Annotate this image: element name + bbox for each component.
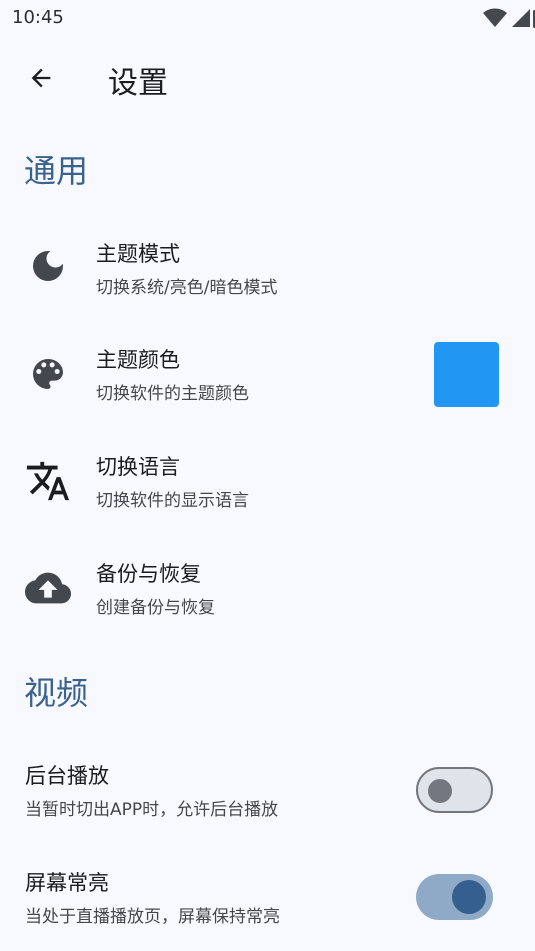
wifi-icon xyxy=(483,8,507,27)
setting-title: 切换语言 xyxy=(96,455,180,479)
keep-screen-on-switch[interactable] xyxy=(416,874,493,920)
background-play-switch[interactable] xyxy=(416,767,493,813)
app-bar: 设置 xyxy=(0,36,535,120)
setting-theme-mode[interactable]: 主题模式 切换系统/亮色/暗色模式 xyxy=(0,218,535,318)
cellular-signal-icon xyxy=(512,9,530,27)
setting-title: 主题模式 xyxy=(96,242,180,266)
palette-icon xyxy=(24,350,72,398)
setting-title: 屏幕常亮 xyxy=(25,871,109,895)
translate-icon xyxy=(24,457,72,505)
switch-thumb xyxy=(428,779,452,803)
arrow-back-icon xyxy=(31,68,51,88)
moon-icon xyxy=(24,242,72,290)
status-bar: 10:45 xyxy=(0,0,535,36)
section-title-video: 视频 xyxy=(24,674,89,712)
setting-language[interactable]: 切换语言 切换软件的显示语言 xyxy=(0,431,535,531)
setting-title: 备份与恢复 xyxy=(96,562,201,586)
setting-subtitle: 当处于直播播放页，屏幕保持常亮 xyxy=(25,907,280,927)
switch-thumb xyxy=(452,880,486,914)
status-time: 10:45 xyxy=(12,7,64,28)
setting-keep-screen-on[interactable]: 屏幕常亮 当处于直播播放页，屏幕保持常亮 xyxy=(0,847,535,947)
setting-theme-color[interactable]: 主题颜色 切换软件的主题颜色 xyxy=(0,324,535,424)
theme-color-swatch[interactable] xyxy=(434,342,499,407)
setting-subtitle: 切换软件的主题颜色 xyxy=(96,384,249,404)
back-button[interactable] xyxy=(18,56,64,100)
setting-background-play[interactable]: 后台播放 当暂时切出APP时，允许后台播放 xyxy=(0,740,535,840)
cloud-upload-icon xyxy=(24,564,72,612)
setting-subtitle: 当暂时切出APP时，允许后台播放 xyxy=(25,800,279,820)
setting-subtitle: 创建备份与恢复 xyxy=(96,598,215,618)
setting-subtitle: 切换系统/亮色/暗色模式 xyxy=(96,278,278,298)
setting-title: 后台播放 xyxy=(25,764,109,788)
setting-subtitle: 切换软件的显示语言 xyxy=(96,491,249,511)
setting-title: 主题颜色 xyxy=(96,348,180,372)
setting-backup-restore[interactable]: 备份与恢复 创建备份与恢复 xyxy=(0,538,535,638)
section-title-general: 通用 xyxy=(24,152,89,190)
page-title: 设置 xyxy=(108,66,168,101)
